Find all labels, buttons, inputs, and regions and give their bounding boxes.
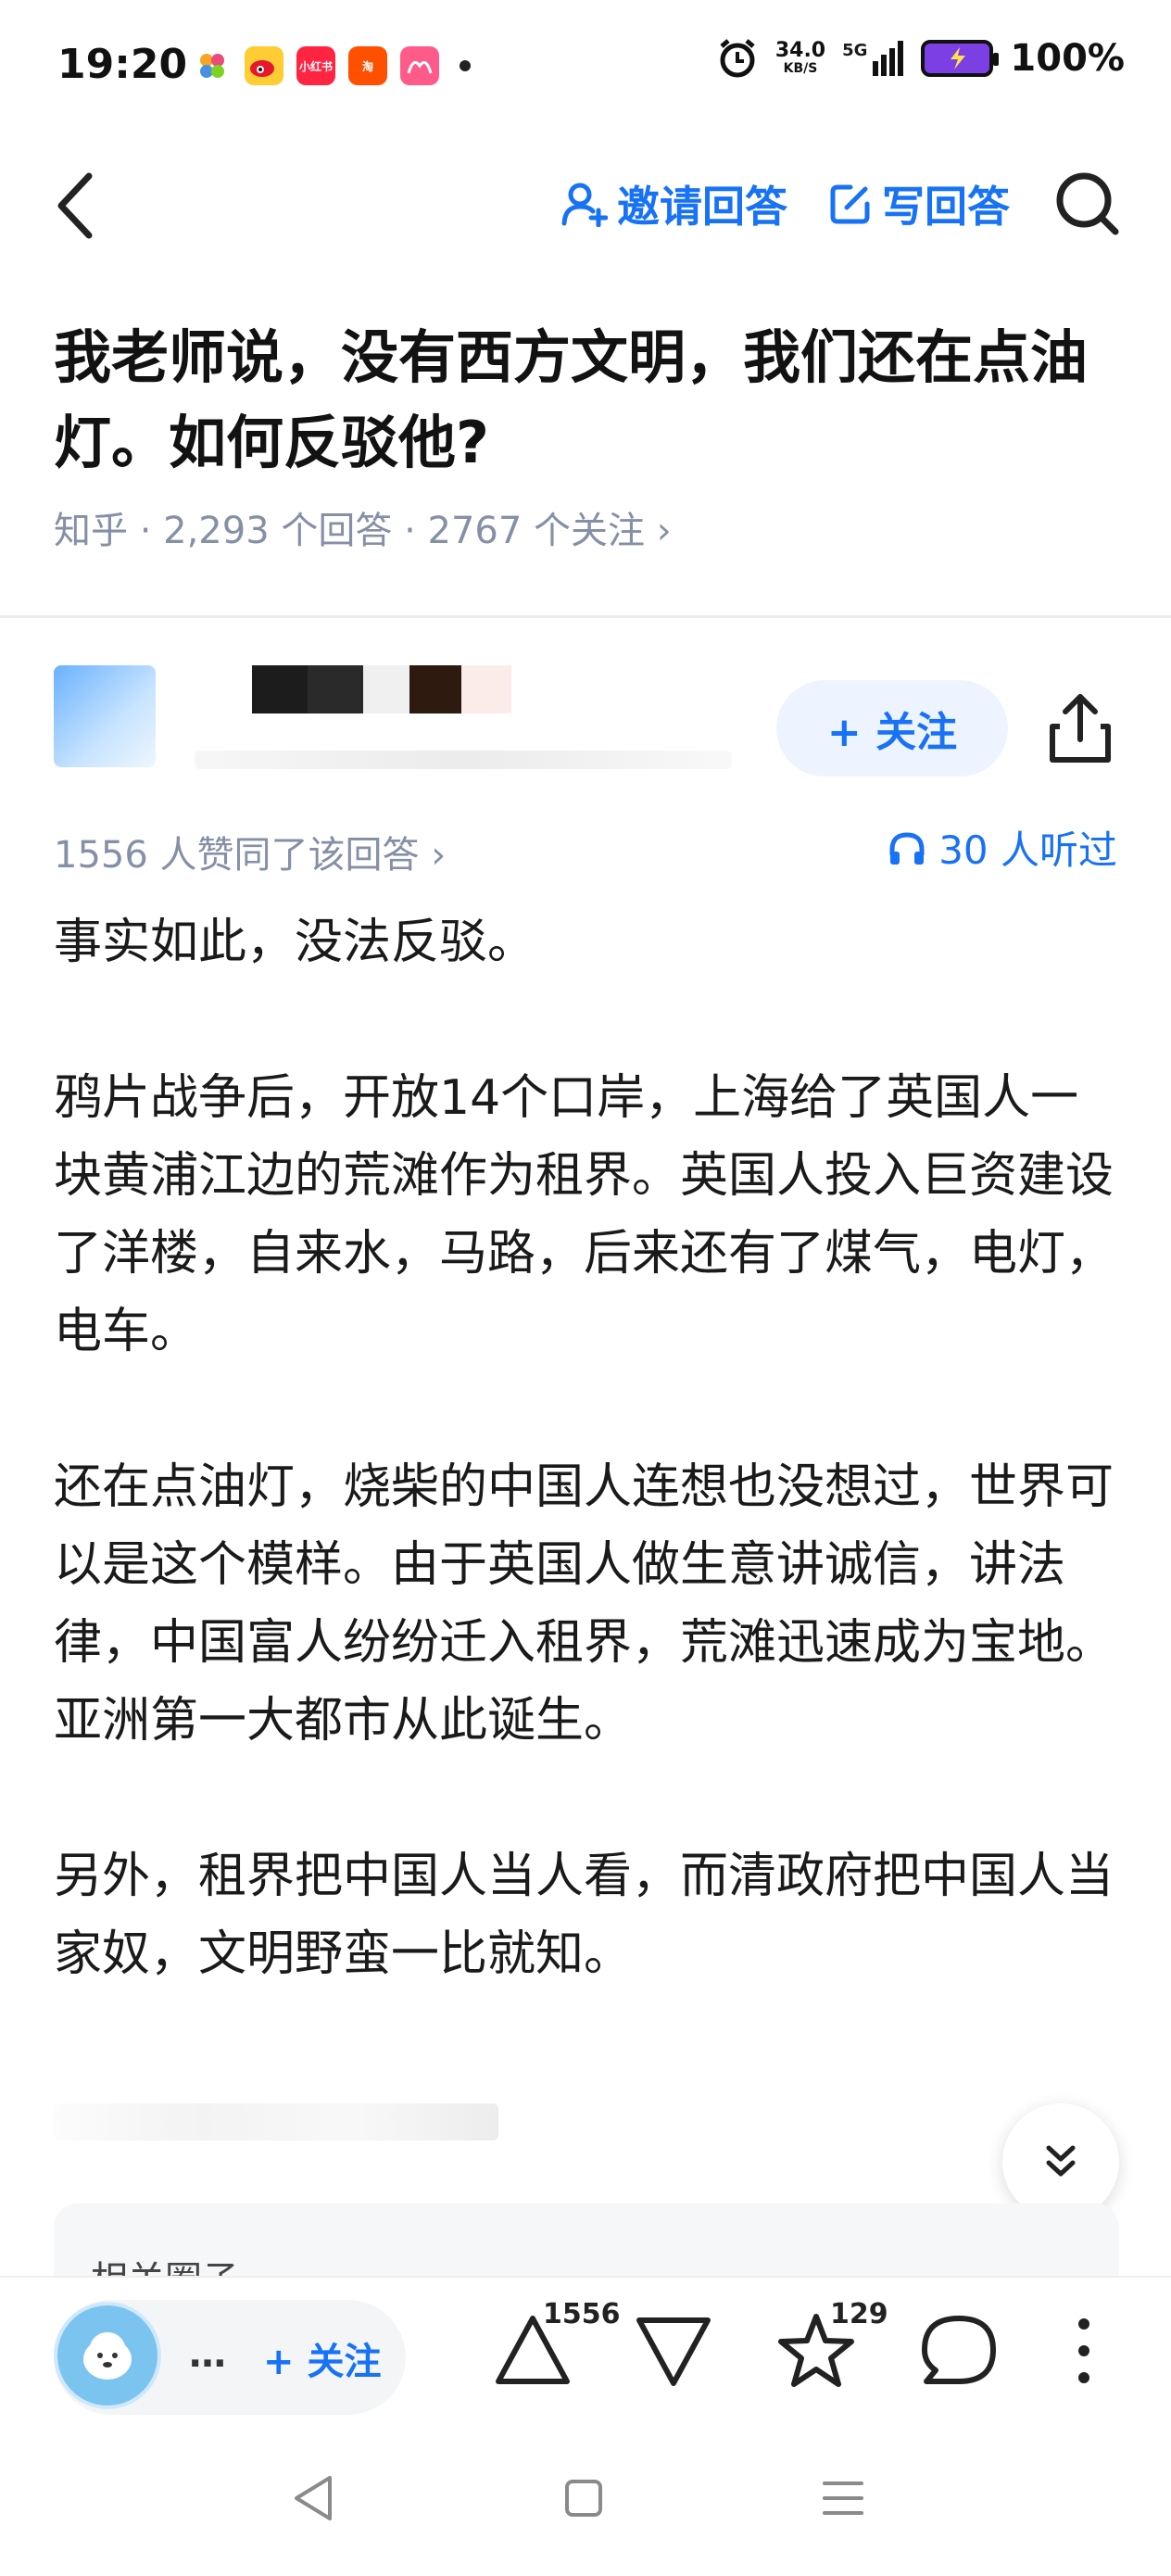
answer-paragraph: 另外，租界把中国人当人看，而清政府把中国人当家奴，文明野蛮一比就知。: [54, 1849, 1114, 1982]
status-indicators: 34.0 KB/S 5G 100%: [716, 37, 1125, 80]
net-speed: 34.0 KB/S: [774, 39, 826, 77]
favorite-count: 129: [830, 2298, 888, 2330]
battery-percent: 100%: [1010, 37, 1125, 80]
system-back-button[interactable]: [285, 2470, 341, 2526]
write-answer-label: 写回答: [882, 182, 1010, 232]
app-icon-1: [193, 46, 232, 85]
back-button[interactable]: [46, 169, 111, 243]
author-row: + 关注: [0, 649, 1171, 797]
question-title[interactable]: 我老师说，没有西方文明，我们还在点油灯。如何反驳他?: [54, 315, 1119, 486]
share-icon: [1050, 694, 1111, 763]
author-avatar-small[interactable]: [54, 2302, 161, 2409]
more-options-button[interactable]: [1047, 2309, 1121, 2393]
net-speed-value: 34.0: [774, 39, 826, 62]
signal-label: 5G: [842, 41, 868, 60]
share-button[interactable]: [1043, 689, 1117, 767]
bottom-follow-button[interactable]: + 关注: [263, 2331, 381, 2385]
search-icon: [1056, 172, 1119, 235]
more-vertical-icon: [1078, 2318, 1089, 2383]
status-bar: 19:20 小红书 淘 34.0 KB/S 5G 100%: [0, 0, 1171, 130]
nav-actions: 邀请回答 写回答: [561, 167, 1125, 241]
upvote-count: 1556: [543, 2298, 621, 2330]
net-speed-unit: KB/S: [783, 61, 818, 76]
downvote-triangle-icon: [636, 2317, 711, 2386]
listened-label: 30 人听过: [938, 827, 1117, 873]
system-home-button[interactable]: [556, 2470, 611, 2526]
system-menu-icon: [823, 2481, 863, 2515]
invite-answer-button[interactable]: 邀请回答: [561, 173, 787, 234]
xiaohongshu-icon: 小红书: [296, 46, 335, 85]
bottom-action-bar: … + 关注 1556 129: [0, 2276, 1171, 2433]
downvote-button[interactable]: [632, 2309, 715, 2393]
double-chevron-down-icon: [1046, 2145, 1076, 2177]
author-name-truncated: …: [189, 2333, 226, 2376]
edit-icon: [830, 184, 870, 224]
more-notifications-dot-icon: [460, 60, 471, 71]
answer-paragraph: 鸦片战争后，开放14个口岸，上海给了英国人一块黄浦江边的荒滩作为租界。英国人投入…: [54, 1070, 1114, 1359]
signal-indicator: 5G: [842, 41, 904, 76]
alarm-icon: [720, 39, 755, 78]
top-nav: 邀请回答 写回答: [0, 148, 1171, 259]
headphones-icon: [889, 831, 925, 865]
comment-button[interactable]: [917, 2309, 1001, 2393]
author-bio-redacted: [195, 751, 732, 769]
status-time: 19:20: [57, 41, 188, 88]
answer-footer-redacted: [54, 2103, 498, 2140]
weibo-icon: [245, 46, 283, 85]
comment-bubble-icon: [922, 2316, 996, 2384]
answer-paragraph: 事实如此，没法反驳。: [54, 915, 536, 970]
system-back-icon: [295, 2476, 332, 2520]
divider: [0, 615, 1171, 618]
search-button[interactable]: [1051, 167, 1125, 241]
app-icon-5: [400, 46, 439, 85]
invite-answer-label: 邀请回答: [617, 182, 787, 232]
author-pill[interactable]: … + 关注: [54, 2300, 406, 2415]
follow-author-button[interactable]: + 关注: [776, 680, 1008, 777]
status-app-icons: 小红书 淘: [193, 46, 471, 85]
taobao-icon: 淘: [348, 46, 387, 85]
author-avatar[interactable]: [54, 665, 156, 767]
system-menu-button[interactable]: [815, 2470, 871, 2526]
system-home-icon: [565, 2480, 602, 2517]
question-meta[interactable]: 知乎 · 2,293 个回答 · 2767 个关注 ›: [54, 500, 672, 554]
back-arrow-icon: [57, 172, 93, 239]
signal-bars-icon: [873, 41, 904, 76]
listened-count[interactable]: 30 人听过: [887, 819, 1117, 876]
invite-person-icon: [561, 183, 608, 227]
votes-summary[interactable]: 1556 人赞同了该回答 ›: [54, 825, 446, 878]
write-answer-button[interactable]: 写回答: [828, 173, 1010, 234]
follow-author-label: + 关注: [826, 709, 958, 756]
battery-icon: [921, 40, 1000, 77]
answer-body: 事实如此，没法反驳。 鸦片战争后，开放14个口岸，上海给了英国人一块黄浦江边的荒…: [54, 903, 1119, 2071]
answer-paragraph: 还在点油灯，烧柴的中国人连想也没想过，世界可以是这个模样。由于英国人做生意讲诚信…: [54, 1459, 1114, 1749]
system-navigation-bar: [0, 2433, 1171, 2576]
author-name-redacted[interactable]: [252, 665, 511, 713]
